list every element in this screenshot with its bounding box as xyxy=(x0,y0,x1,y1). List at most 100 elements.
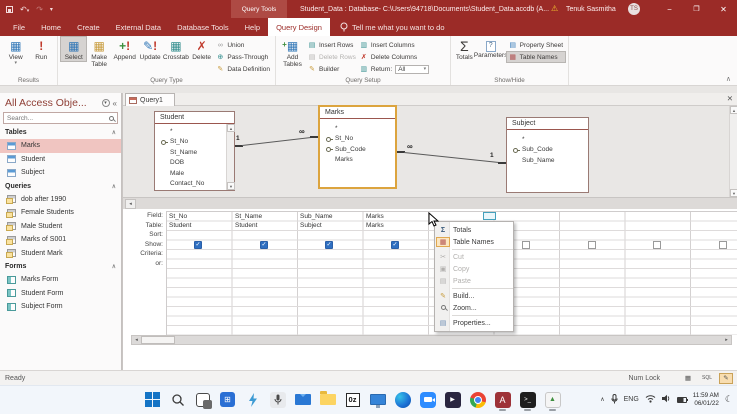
tab-file[interactable]: File xyxy=(5,18,33,36)
update-button[interactable]: ✎! Update xyxy=(137,37,162,61)
active-field-cell-dropdown[interactable] xyxy=(483,212,496,220)
menu-item-totals[interactable]: Σ Totals xyxy=(435,224,513,236)
nav-pane-header[interactable]: All Access Obje... ▾ « xyxy=(0,93,121,110)
nav-item-query-female[interactable]: Female Students xyxy=(0,206,121,220)
show-checkbox-checked[interactable]: ✓ xyxy=(260,241,268,249)
photos-app-icon[interactable]: ▲ xyxy=(542,389,563,410)
show-checkbox-unchecked[interactable] xyxy=(522,241,530,249)
scroll-right-icon[interactable]: ▸ xyxy=(722,336,731,344)
collapse-section-icon[interactable]: ∧ xyxy=(112,183,116,190)
undo-icon[interactable]: ↶▾ xyxy=(20,5,29,14)
focus-assist-moon-icon[interactable]: ☾ xyxy=(725,394,733,405)
show-checkbox-checked[interactable]: ✓ xyxy=(391,241,399,249)
nav-item-query-male[interactable]: Male Student xyxy=(0,220,121,234)
tab-external-data[interactable]: External Data xyxy=(108,18,169,36)
show-checkbox-unchecked[interactable] xyxy=(719,241,727,249)
tell-me-box[interactable]: Tell me what you want to do xyxy=(330,18,445,36)
movies-app-icon[interactable]: ▶ xyxy=(442,389,463,410)
table-cell[interactable]: Student xyxy=(169,222,191,229)
customize-qat-icon[interactable]: ▾ xyxy=(50,6,53,13)
datasheet-view-button[interactable]: ▦ xyxy=(681,373,695,384)
display-app-icon[interactable] xyxy=(367,389,388,410)
show-checkbox-checked[interactable]: ✓ xyxy=(325,241,333,249)
parameters-button[interactable]: ? Parameters xyxy=(475,37,507,59)
card-scrollbar[interactable]: ▲ ▼ xyxy=(226,124,234,190)
nav-item-subject-table[interactable]: Subject xyxy=(0,166,121,180)
language-indicator[interactable]: ENG xyxy=(624,396,639,403)
scroll-up-icon[interactable]: ▲ xyxy=(227,124,235,132)
tab-query-design[interactable]: Query Design xyxy=(268,18,330,36)
table-card-title[interactable]: Marks xyxy=(320,107,395,119)
mail-icon[interactable] xyxy=(292,389,313,410)
union-button[interactable]: ∞ Union xyxy=(214,40,272,50)
section-tables[interactable]: Tables∧ xyxy=(0,126,121,139)
insert-columns-button[interactable]: ▥ Insert Columns xyxy=(358,40,431,50)
voice-recorder-icon[interactable] xyxy=(267,389,288,410)
nav-item-student-table[interactable]: Student xyxy=(0,153,121,167)
table-names-button[interactable]: ▦ Table Names xyxy=(507,52,565,62)
nav-item-query-dob[interactable]: dob after 1990 xyxy=(0,193,121,207)
show-checkbox-unchecked[interactable] xyxy=(653,241,661,249)
property-sheet-button[interactable]: ▤ Property Sheet xyxy=(507,40,565,50)
nav-item-query-marks-s001[interactable]: Marks of S001 xyxy=(0,233,121,247)
builder-button[interactable]: ✎ Builder xyxy=(306,64,358,74)
signed-in-user[interactable]: Tenuk Sasmitha xyxy=(566,0,616,18)
menu-item-properties[interactable]: ▤ Properties... xyxy=(435,317,513,329)
view-button[interactable]: ▦ View▾ xyxy=(3,37,29,67)
table-card-title[interactable]: Student xyxy=(155,112,234,124)
task-view-icon[interactable] xyxy=(192,389,213,410)
data-definition-button[interactable]: ✎ Data Definition xyxy=(214,64,272,74)
tab-home[interactable]: Home xyxy=(33,18,69,36)
taskbar-search-icon[interactable] xyxy=(167,389,188,410)
run-button[interactable]: ! Run xyxy=(29,37,55,61)
insert-rows-button[interactable]: ▤ Insert Rows xyxy=(306,40,358,50)
delete-columns-button[interactable]: ✗ Delete Columns xyxy=(358,52,431,62)
terminal-icon[interactable]: >_ xyxy=(517,389,538,410)
wifi-icon[interactable] xyxy=(645,394,656,405)
select-query-button[interactable]: ▦ Select xyxy=(61,37,86,61)
collapse-ribbon-icon[interactable]: ∧ xyxy=(726,75,731,83)
scrollbar-thumb[interactable] xyxy=(141,336,175,344)
save-icon[interactable] xyxy=(6,6,13,13)
tray-mic-icon[interactable] xyxy=(611,394,618,406)
grid-horizontal-scrollbar[interactable]: ◂ ▸ xyxy=(131,335,732,345)
append-button[interactable]: +! Append xyxy=(112,37,137,61)
pass-through-button[interactable]: ⊕ Pass-Through xyxy=(214,52,272,62)
return-dropdown[interactable]: All ▾ xyxy=(395,65,429,74)
scroll-up-icon[interactable]: ▲ xyxy=(730,106,737,114)
chrome-icon[interactable] xyxy=(467,389,488,410)
design-view-button[interactable]: ✎ xyxy=(719,373,733,384)
show-checkbox-checked[interactable]: ✓ xyxy=(194,241,202,249)
battery-icon[interactable] xyxy=(677,397,687,403)
nav-item-query-student-mark[interactable]: Student Mark xyxy=(0,247,121,261)
clock[interactable]: 11:59 AM 06/01/22 xyxy=(693,392,719,407)
student-field-list[interactable]: Student * St_No St_Name DOB Male Contact… xyxy=(154,111,235,191)
nav-item-marks-form[interactable]: Marks Form xyxy=(0,273,121,287)
restore-button[interactable]: ❐ xyxy=(683,0,710,18)
section-forms[interactable]: Forms∧ xyxy=(0,260,121,273)
close-document-icon[interactable]: ✕ xyxy=(727,94,733,103)
table-card-title[interactable]: Subject xyxy=(507,118,588,130)
nav-menu-icon[interactable]: ▾ xyxy=(102,99,110,107)
edge-icon[interactable] xyxy=(392,389,413,410)
volume-icon[interactable] xyxy=(662,394,671,405)
zoom-app-icon[interactable] xyxy=(417,389,438,410)
access-icon[interactable]: A xyxy=(492,389,513,410)
table-cell[interactable]: Marks xyxy=(366,222,384,229)
show-checkbox-unchecked[interactable] xyxy=(588,241,596,249)
field-cell[interactable]: Marks xyxy=(366,213,384,220)
sql-view-button[interactable]: SQL xyxy=(700,373,714,384)
tab-create[interactable]: Create xyxy=(69,18,108,36)
nav-item-marks-table[interactable]: Marks xyxy=(0,139,121,153)
scroll-down-icon[interactable]: ▼ xyxy=(227,182,235,190)
close-button[interactable]: ✕ xyxy=(710,0,737,18)
make-table-button[interactable]: ▦ Make Table xyxy=(86,37,111,69)
subject-field-list[interactable]: Subject * Sub_Code Sub_Name xyxy=(506,117,589,193)
query1-tab[interactable]: Query1 xyxy=(125,93,175,106)
table-cell[interactable]: Student xyxy=(235,222,257,229)
nav-item-subject-form[interactable]: Subject Form xyxy=(0,300,121,314)
tab-help[interactable]: Help xyxy=(237,18,268,36)
totals-button[interactable]: Σ Totals xyxy=(454,37,475,61)
shutter-close-icon[interactable]: « xyxy=(113,99,117,108)
start-button[interactable] xyxy=(142,389,163,410)
